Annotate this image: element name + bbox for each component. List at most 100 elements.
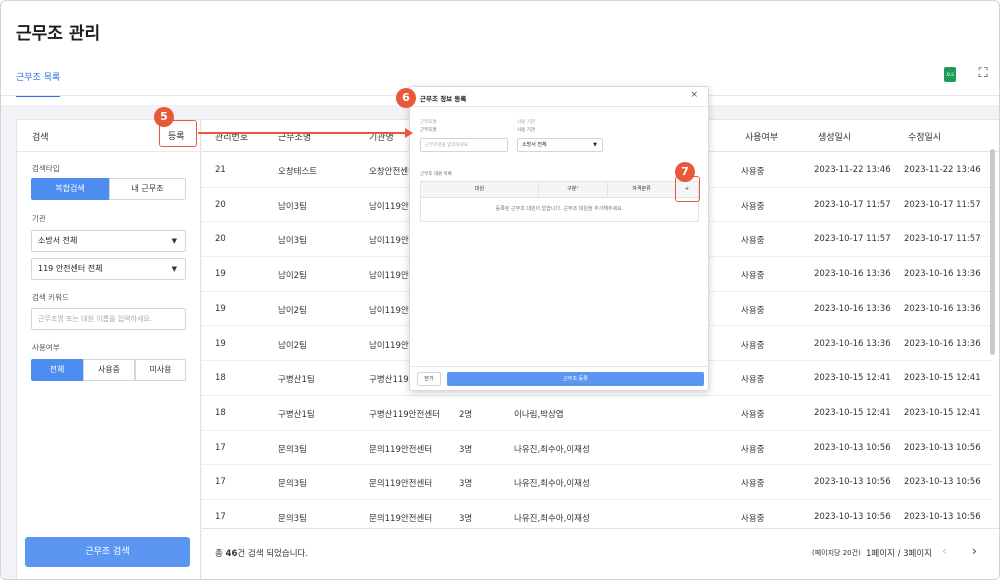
modal-agency-select[interactable]: 소방서 전체 ▼ (517, 138, 603, 152)
agency-select[interactable]: 소방서 전체 ▼ (31, 230, 186, 252)
cell-name: 남이2팀 (278, 340, 307, 351)
cell-name: 남이3팀 (278, 201, 307, 212)
agency-select-value: 소방서 전체 (38, 236, 78, 245)
name-label-top: 근무조명 (420, 120, 437, 125)
prev-page-icon[interactable]: ‹ (942, 544, 947, 558)
cell-status: 사용중 (741, 167, 765, 177)
modal-divider (410, 106, 708, 107)
cell-count: 3명 (459, 514, 473, 524)
table-row[interactable]: 17 문의3팀 문의119안전센터 3명 나유진,최수아,이재성 사용중 2023-10-1… (202, 431, 992, 466)
cell-no: 18 (215, 407, 226, 418)
search-panel: 검색 등록 검색타입 복합검색 내 근무조 기관 소방서 전체 ▼ 119 안전… (16, 119, 201, 579)
search-type-combined[interactable]: 복합검색 (31, 178, 109, 200)
excel-download-icon[interactable]: XLS (944, 67, 956, 82)
modal-title: 근무조 정보 등록 (420, 95, 467, 103)
search-type-toggle: 복합검색 내 근무조 (31, 178, 186, 200)
cell-name: 남이2팀 (278, 271, 307, 282)
table-row[interactable]: 18 구병산1팀 구병산119안전센터 2명 이나림,박상엽 사용중 2023-10-15 … (202, 396, 992, 431)
member-header-type: 구분* (539, 182, 608, 197)
shift-search-button[interactable]: 근무조 검색 (25, 537, 190, 567)
cell-status: 사용중 (741, 305, 765, 316)
usage-label: 사용여부 (32, 343, 60, 352)
cell-no: 20 (215, 234, 226, 245)
table-scrollbar[interactable] (990, 149, 995, 355)
table-row[interactable]: 17 문의3팀 문의119안전센터 3명 나유진,최수아,이재성 사용중 2023-10-1… (202, 465, 992, 500)
cell-created: 2023-10-16 13:36 (814, 269, 891, 280)
cell-status: 사용중 (741, 340, 765, 351)
keyword-label: 검색 키워드 (32, 293, 69, 302)
cell-created: 2023-10-15 12:41 (814, 373, 891, 384)
modal-close-button[interactable]: 닫기 (417, 372, 441, 386)
cell-status: 사용중 (741, 375, 765, 386)
annotation-badge-5: 5 (154, 107, 174, 127)
cell-no: 21 (215, 165, 226, 175)
cell-agency: 문의119안전센터 (369, 444, 433, 455)
cell-created: 2023-10-16 13:36 (814, 303, 891, 314)
cell-name: 구병산1팀 (278, 409, 315, 420)
cell-count: 3명 (459, 479, 473, 490)
cell-updated: 2023-10-16 13:36 (904, 338, 981, 349)
cell-updated: 2023-10-15 12:41 (904, 407, 981, 418)
cell-status: 사용중 (741, 236, 765, 247)
cell-status: 사용중 (741, 444, 765, 455)
cell-no: 19 (215, 269, 226, 280)
cell-created: 2023-10-15 12:41 (814, 407, 891, 418)
page-title: 근무조 관리 (16, 24, 101, 44)
member-header-name: 대원 (421, 182, 539, 197)
cell-no: 17 (215, 442, 226, 453)
next-page-icon[interactable]: › (972, 544, 977, 558)
dropdown-arrow-icon: ▼ (171, 237, 177, 245)
cell-no: 19 (215, 303, 226, 314)
cell-status: 사용중 (741, 271, 765, 282)
cell-status: 사용중 (741, 201, 765, 212)
center-select[interactable]: 119 안전센터 전체 ▼ (31, 258, 186, 280)
dropdown-arrow-icon: ▼ (593, 142, 597, 148)
cell-members: 나유진,최수아,이재성 (514, 444, 590, 455)
register-modal: 근무조 정보 등록 × 근무조명 근무조명 근무조명을 입력하세요. 사용 기관… (409, 86, 709, 391)
fullscreen-icon[interactable]: ⛶ (976, 67, 990, 81)
cell-agency: 구병산119안전센터 (369, 409, 440, 420)
cell-no: 17 (215, 512, 226, 522)
cell-name: 문의3팀 (278, 514, 307, 524)
modal-submit-button[interactable]: 근무조 등록 (447, 372, 704, 386)
per-page-info: (페이지당 20건) (812, 549, 861, 557)
modal-footer-divider (410, 366, 708, 367)
annotation-arrow-head (405, 128, 413, 138)
agency-label-top: 사용 기관 (517, 120, 535, 125)
table-footer: 총 46건 검색 되었습니다. (페이지당 20건) 1페이지 / 3페이지 ‹… (202, 528, 999, 579)
usage-toggle: 전체 사용중 미사용 (31, 359, 186, 381)
cell-no: 20 (215, 199, 226, 210)
cell-name: 남이2팀 (278, 305, 307, 316)
header-status: 사용여부 (745, 133, 779, 143)
cell-created: 2023-10-13 10:56 (814, 442, 891, 453)
cell-created: 2023-10-13 10:56 (814, 512, 891, 522)
center-select-value: 119 안전센터 전체 (38, 264, 103, 273)
cell-updated: 2023-10-15 12:41 (904, 373, 981, 384)
cell-updated: 2023-10-17 11:57 (904, 199, 981, 210)
keyword-input[interactable]: 근무조명 또는 대원 이름을 입력하세요. (31, 308, 186, 330)
cell-updated: 2023-10-16 13:36 (904, 303, 981, 314)
name-label: 근무조명 (420, 128, 437, 133)
cell-name: 문의3팀 (278, 479, 307, 490)
annotation-arrow (198, 132, 410, 134)
cell-created: 2023-10-16 13:36 (814, 338, 891, 349)
shift-name-input[interactable]: 근무조명을 입력하세요. (420, 138, 508, 152)
close-icon[interactable]: × (690, 90, 698, 100)
cell-members: 이나림,박상엽 (514, 409, 564, 420)
usage-active[interactable]: 사용중 (83, 359, 135, 381)
cell-name: 오창테스트 (278, 167, 318, 177)
cell-name: 문의3팀 (278, 444, 307, 455)
total-count: 총 46건 검색 되었습니다. (215, 549, 309, 559)
annotation-badge-7: 7 (675, 162, 695, 182)
search-type-mine[interactable]: 내 근무조 (109, 178, 186, 200)
cell-status: 사용중 (741, 479, 765, 490)
tab-shift-list[interactable]: 근무조 목록 (16, 70, 61, 97)
usage-inactive[interactable]: 미사용 (135, 359, 186, 381)
modal-agency-label: 사용 기관 (517, 128, 535, 133)
cell-updated: 2023-10-13 10:56 (904, 477, 981, 488)
cell-updated: 2023-10-17 11:57 (904, 234, 981, 245)
cell-created: 2023-10-13 10:56 (814, 477, 891, 488)
cell-no: 18 (215, 373, 226, 384)
cell-created: 2023-11-22 13:46 (814, 165, 891, 175)
usage-all[interactable]: 전체 (31, 359, 83, 381)
